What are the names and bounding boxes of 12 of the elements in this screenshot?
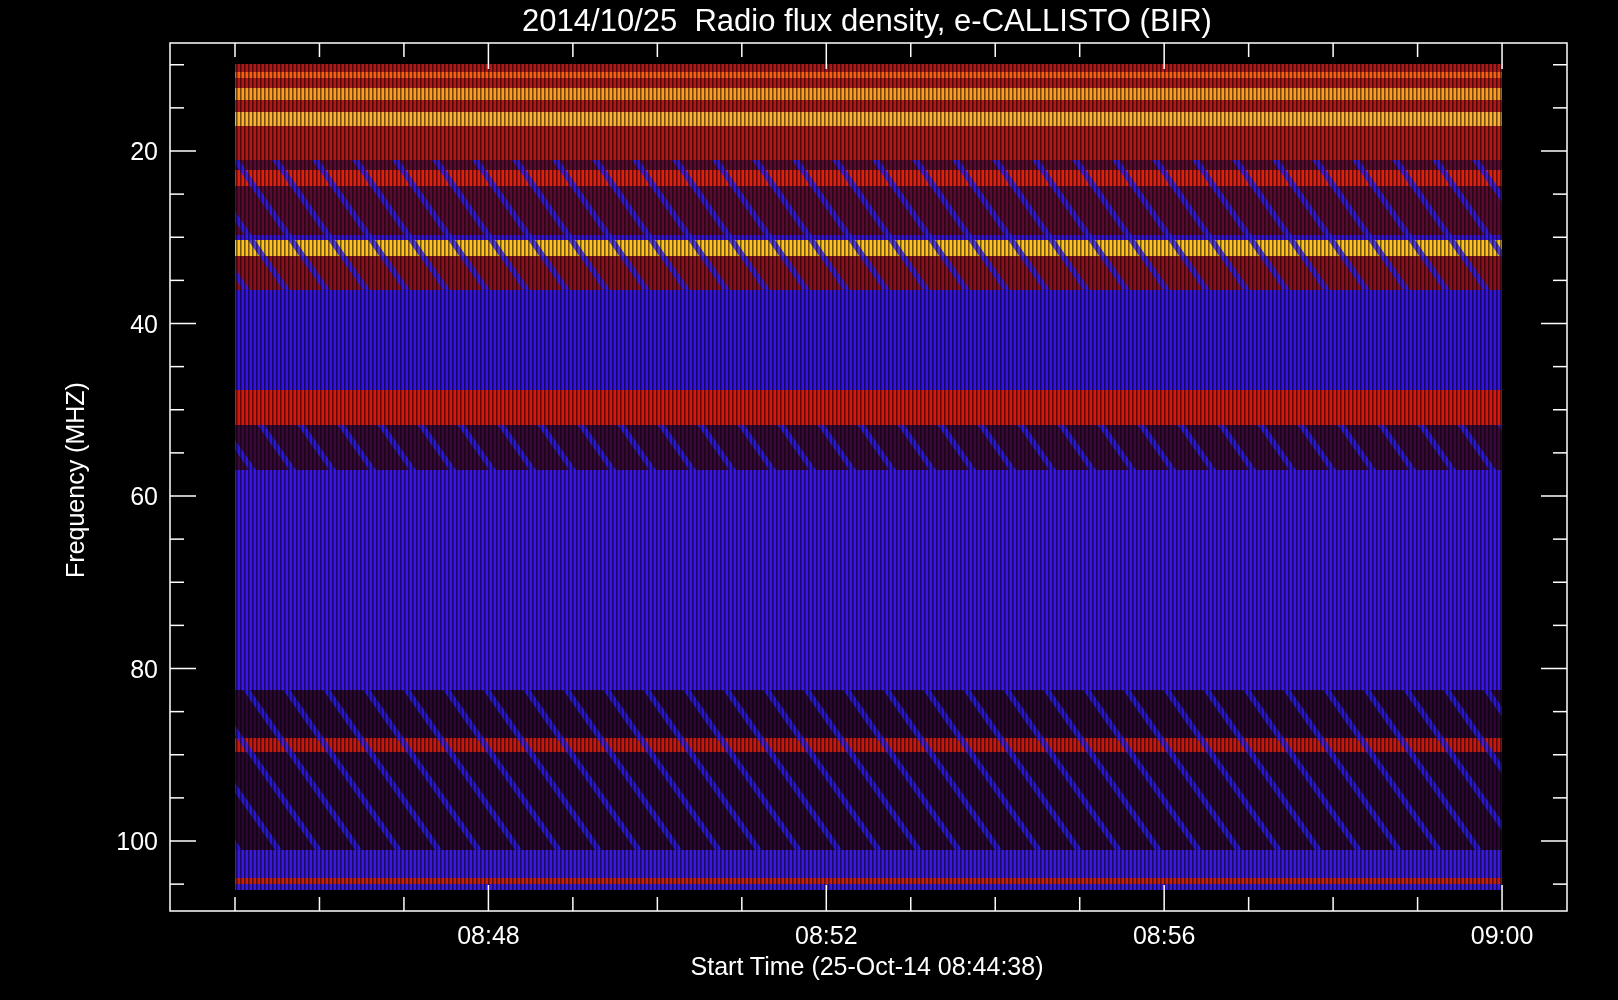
tick-label: 20 — [130, 137, 158, 165]
tick-label: 09:00 — [1470, 921, 1534, 949]
axis-title: Frequency (MHZ) — [61, 382, 89, 578]
tick-label: 08:48 — [457, 921, 520, 949]
tick-label: 60 — [130, 482, 158, 510]
tick-label: 40 — [130, 309, 158, 338]
tick-label: 08:52 — [795, 921, 858, 949]
tick-label: 100 — [116, 827, 158, 855]
tick-label: 08:56 — [1132, 921, 1196, 949]
chart-title: 2014/10/25 Radio flux density, e-CALLISTO (BIR) — [522, 3, 1212, 38]
tick-label: 80 — [130, 654, 158, 683]
axis-title: Start Time (25-Oct-14 08:44:38) — [690, 952, 1044, 980]
